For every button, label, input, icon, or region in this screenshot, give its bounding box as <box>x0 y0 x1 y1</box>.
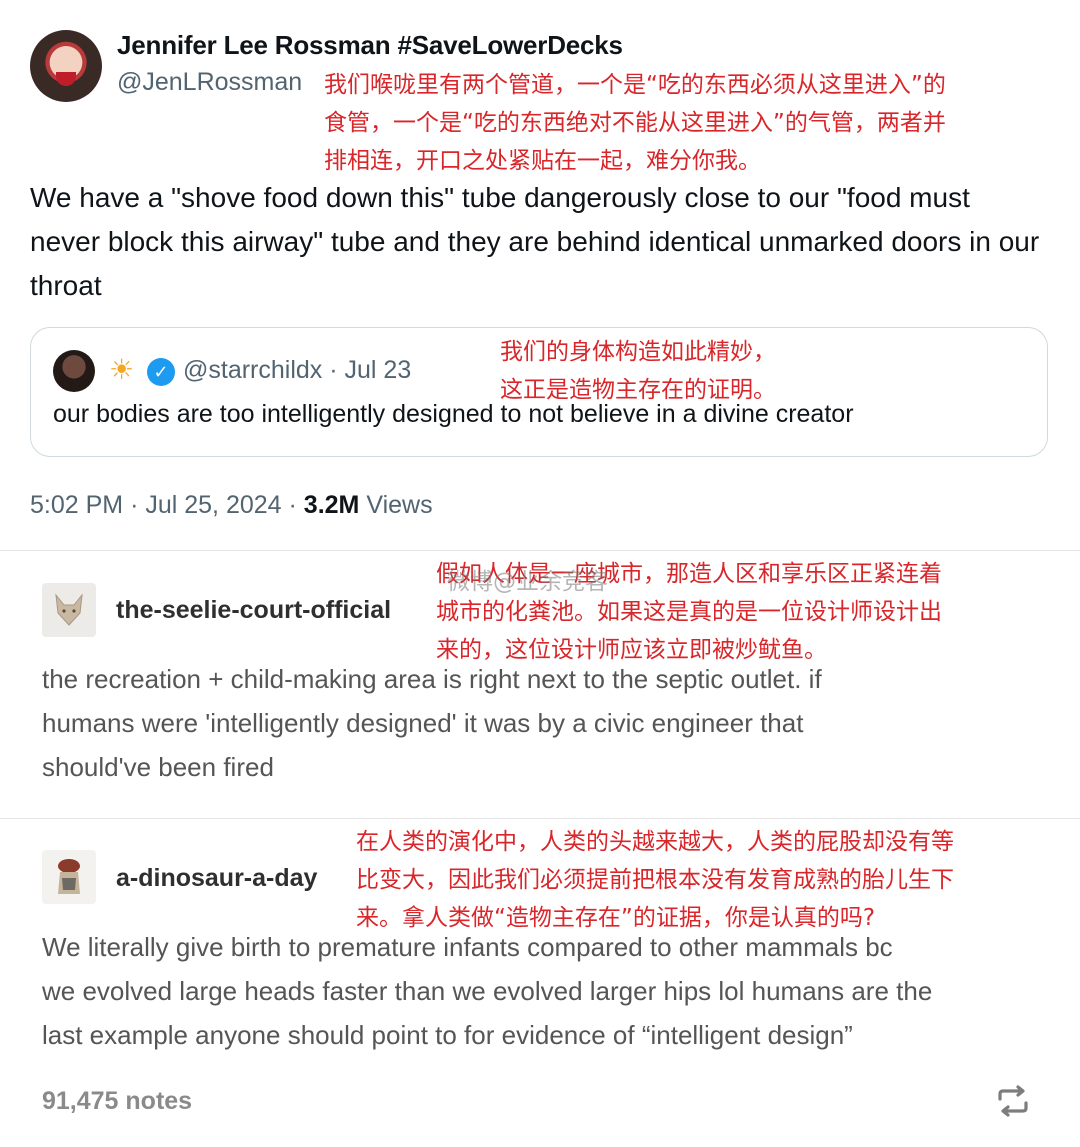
quote-avatar[interactable] <box>53 350 95 392</box>
blog-avatar[interactable] <box>42 583 96 637</box>
post-line: the recreation + child-making area is ri… <box>42 664 822 694</box>
views-label: Views <box>366 491 433 519</box>
annotation-line: 城市的化粪池。如果这是真的是一位设计师设计出 <box>436 599 942 625</box>
annotation-line: 我们的身体构造如此精妙， <box>500 339 776 365</box>
quote-date: Jul 23 <box>344 356 412 384</box>
author-avatar[interactable] <box>30 30 102 102</box>
blog-avatar[interactable] <box>42 850 96 904</box>
author-handle[interactable]: @JenLRossman <box>117 68 302 97</box>
author-display-name[interactable]: Jennifer Lee Rossman #SaveLowerDecks <box>117 30 623 61</box>
annotation-line: 在人类的演化中，人类的头越来越大，人类的屁股却没有等 <box>356 829 954 855</box>
dinosaur-icon <box>58 859 80 894</box>
watermark: 微博@业余竞客 <box>447 569 608 595</box>
post-line: We literally give birth to premature inf… <box>42 932 893 962</box>
blog-name[interactable]: a-dinosaur-a-day <box>116 864 317 893</box>
sun-emoji-icon: ☀ <box>109 354 135 385</box>
post-annotation: 在人类的演化中，人类的头越来越大，人类的屁股却没有等 比变大，因此我们必须提前把… <box>356 823 954 937</box>
tweet-card: Jennifer Lee Rossman #SaveLowerDecks @Je… <box>0 0 1080 550</box>
post-line: we evolved large heads faster than we ev… <box>42 976 933 1006</box>
views-count: 3.2M <box>303 491 360 519</box>
tweet-text: We have a "shove food down this" tube da… <box>30 182 1040 301</box>
post-line: humans were 'intelligently designed' it … <box>42 708 804 738</box>
verified-badge-icon: ✓ <box>147 358 175 386</box>
blog-name[interactable]: the-seelie-court-official <box>116 596 391 625</box>
quote-handle[interactable]: @starrchildx <box>183 356 322 384</box>
reblog-icon[interactable] <box>994 1085 1032 1117</box>
tweet-meta: 5:02 PM · Jul 25, 2024 · 3.2M Views <box>30 491 433 519</box>
quote-meta: @starrchildx · Jul 23 <box>183 356 412 384</box>
annotation-line: 排相连，开口之处紧贴在一起，难分你我。 <box>324 148 761 174</box>
annotation-line: 食管，一个是“吃的东西绝对不能从这里进入”的气管，两者并 <box>324 110 946 136</box>
fox-icon <box>55 593 83 626</box>
quote-annotation: 我们的身体构造如此精妙， 这正是造物主存在的证明。 <box>500 333 776 409</box>
post-body: the recreation + child-making area is ri… <box>42 657 1052 789</box>
post-line: should've been fired <box>42 752 274 782</box>
post-line: last example anyone should point to for … <box>42 1020 853 1050</box>
post-body: We literally give birth to premature inf… <box>42 925 1052 1057</box>
annotation-line: 比变大，因此我们必须提前把根本没有发育成熟的胎儿生下 <box>356 867 954 893</box>
notes-count[interactable]: 91,475 notes <box>42 1087 192 1116</box>
annotation-line: 这正是造物主存在的证明。 <box>500 377 776 403</box>
tweet-time[interactable]: 5:02 PM <box>30 491 123 519</box>
tweet-annotation: 我们喉咙里有两个管道，一个是“吃的东西必须从这里进入”的 食管，一个是“吃的东西… <box>324 66 946 180</box>
annotation-line: 我们喉咙里有两个管道，一个是“吃的东西必须从这里进入”的 <box>324 72 946 98</box>
tumblr-post: a-dinosaur-a-day 在人类的演化中，人类的头越来越大，人类的屁股却… <box>0 818 1080 1147</box>
tweet-date[interactable]: Jul 25, 2024 <box>145 491 281 519</box>
